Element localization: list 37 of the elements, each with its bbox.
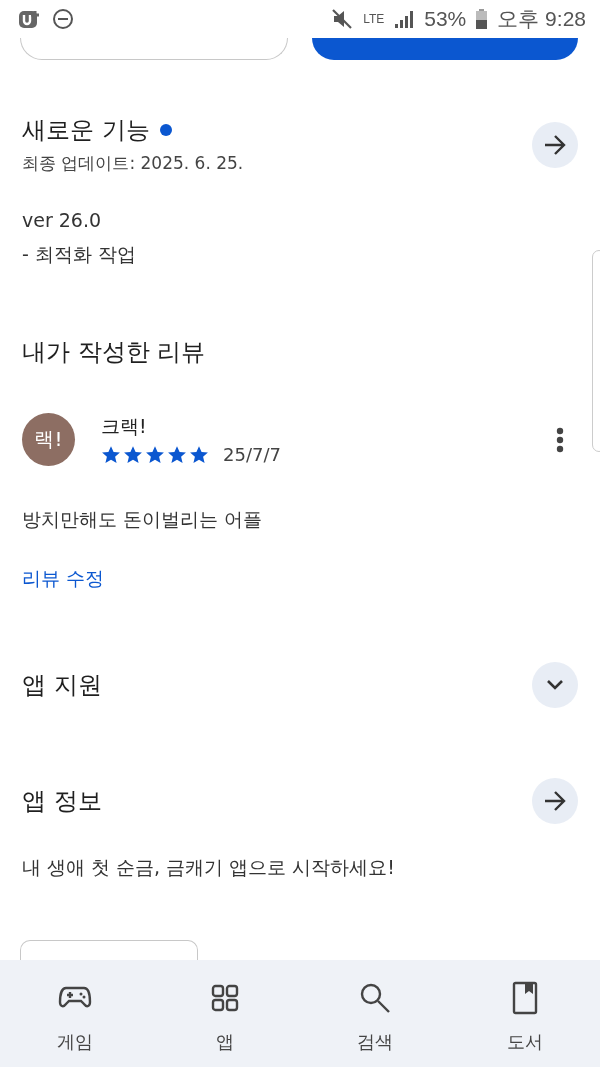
nav-tab[interactable]: 앱: [150, 960, 300, 1067]
avatar: 랙!: [22, 413, 75, 466]
clock-time: 오후 9:28: [497, 6, 586, 32]
signal-icon: [394, 9, 415, 29]
section-title: 새로운 기능: [22, 115, 150, 146]
arrow-right-icon: [544, 134, 566, 155]
section-title: 내가 작성한 리뷰: [22, 337, 207, 368]
section-title: 앱 지원: [22, 670, 102, 701]
mute-icon: [331, 8, 354, 30]
search-icon: [359, 982, 391, 1014]
network-type: LTE: [363, 12, 385, 26]
arrow-right-icon: [544, 791, 566, 811]
carrier-logo-icon: [18, 8, 42, 30]
section-title: 앱 정보: [22, 786, 102, 817]
battery-icon: [476, 9, 488, 29]
battery-percent: 53%: [424, 7, 467, 31]
release-note-line: - 최적화 작업: [22, 242, 137, 267]
nav-tab[interactable]: 검색: [300, 960, 450, 1067]
review-date: 25/7/7: [223, 444, 281, 465]
chevron-down-icon: [546, 679, 564, 691]
more-options-icon[interactable]: [556, 426, 564, 453]
bookmark-book-icon: [512, 981, 538, 1015]
arrow-button[interactable]: [532, 778, 578, 824]
nav-tab[interactable]: 도서: [450, 960, 600, 1067]
arrow-button[interactable]: [532, 121, 578, 168]
review-text: 방치만해도 돈이벌리는 어플: [22, 507, 264, 532]
expand-button[interactable]: [532, 662, 578, 708]
nav-tab[interactable]: 게임: [0, 960, 150, 1067]
release-note-line: ver 26.0: [22, 208, 103, 233]
do-not-disturb-icon: [52, 8, 74, 30]
app-description: 내 생애 첫 순금, 금캐기 앱으로 시작하세요!: [22, 855, 396, 880]
grid-icon: [211, 984, 239, 1012]
reviewer-name: 크랙!: [101, 414, 148, 439]
primary-button[interactable]: [312, 38, 578, 60]
new-indicator-dot: [159, 124, 172, 136]
update-date: 최종 업데이트: 2025. 6. 25.: [22, 152, 244, 175]
edit-review-link[interactable]: 리뷰 수정: [22, 567, 105, 589]
